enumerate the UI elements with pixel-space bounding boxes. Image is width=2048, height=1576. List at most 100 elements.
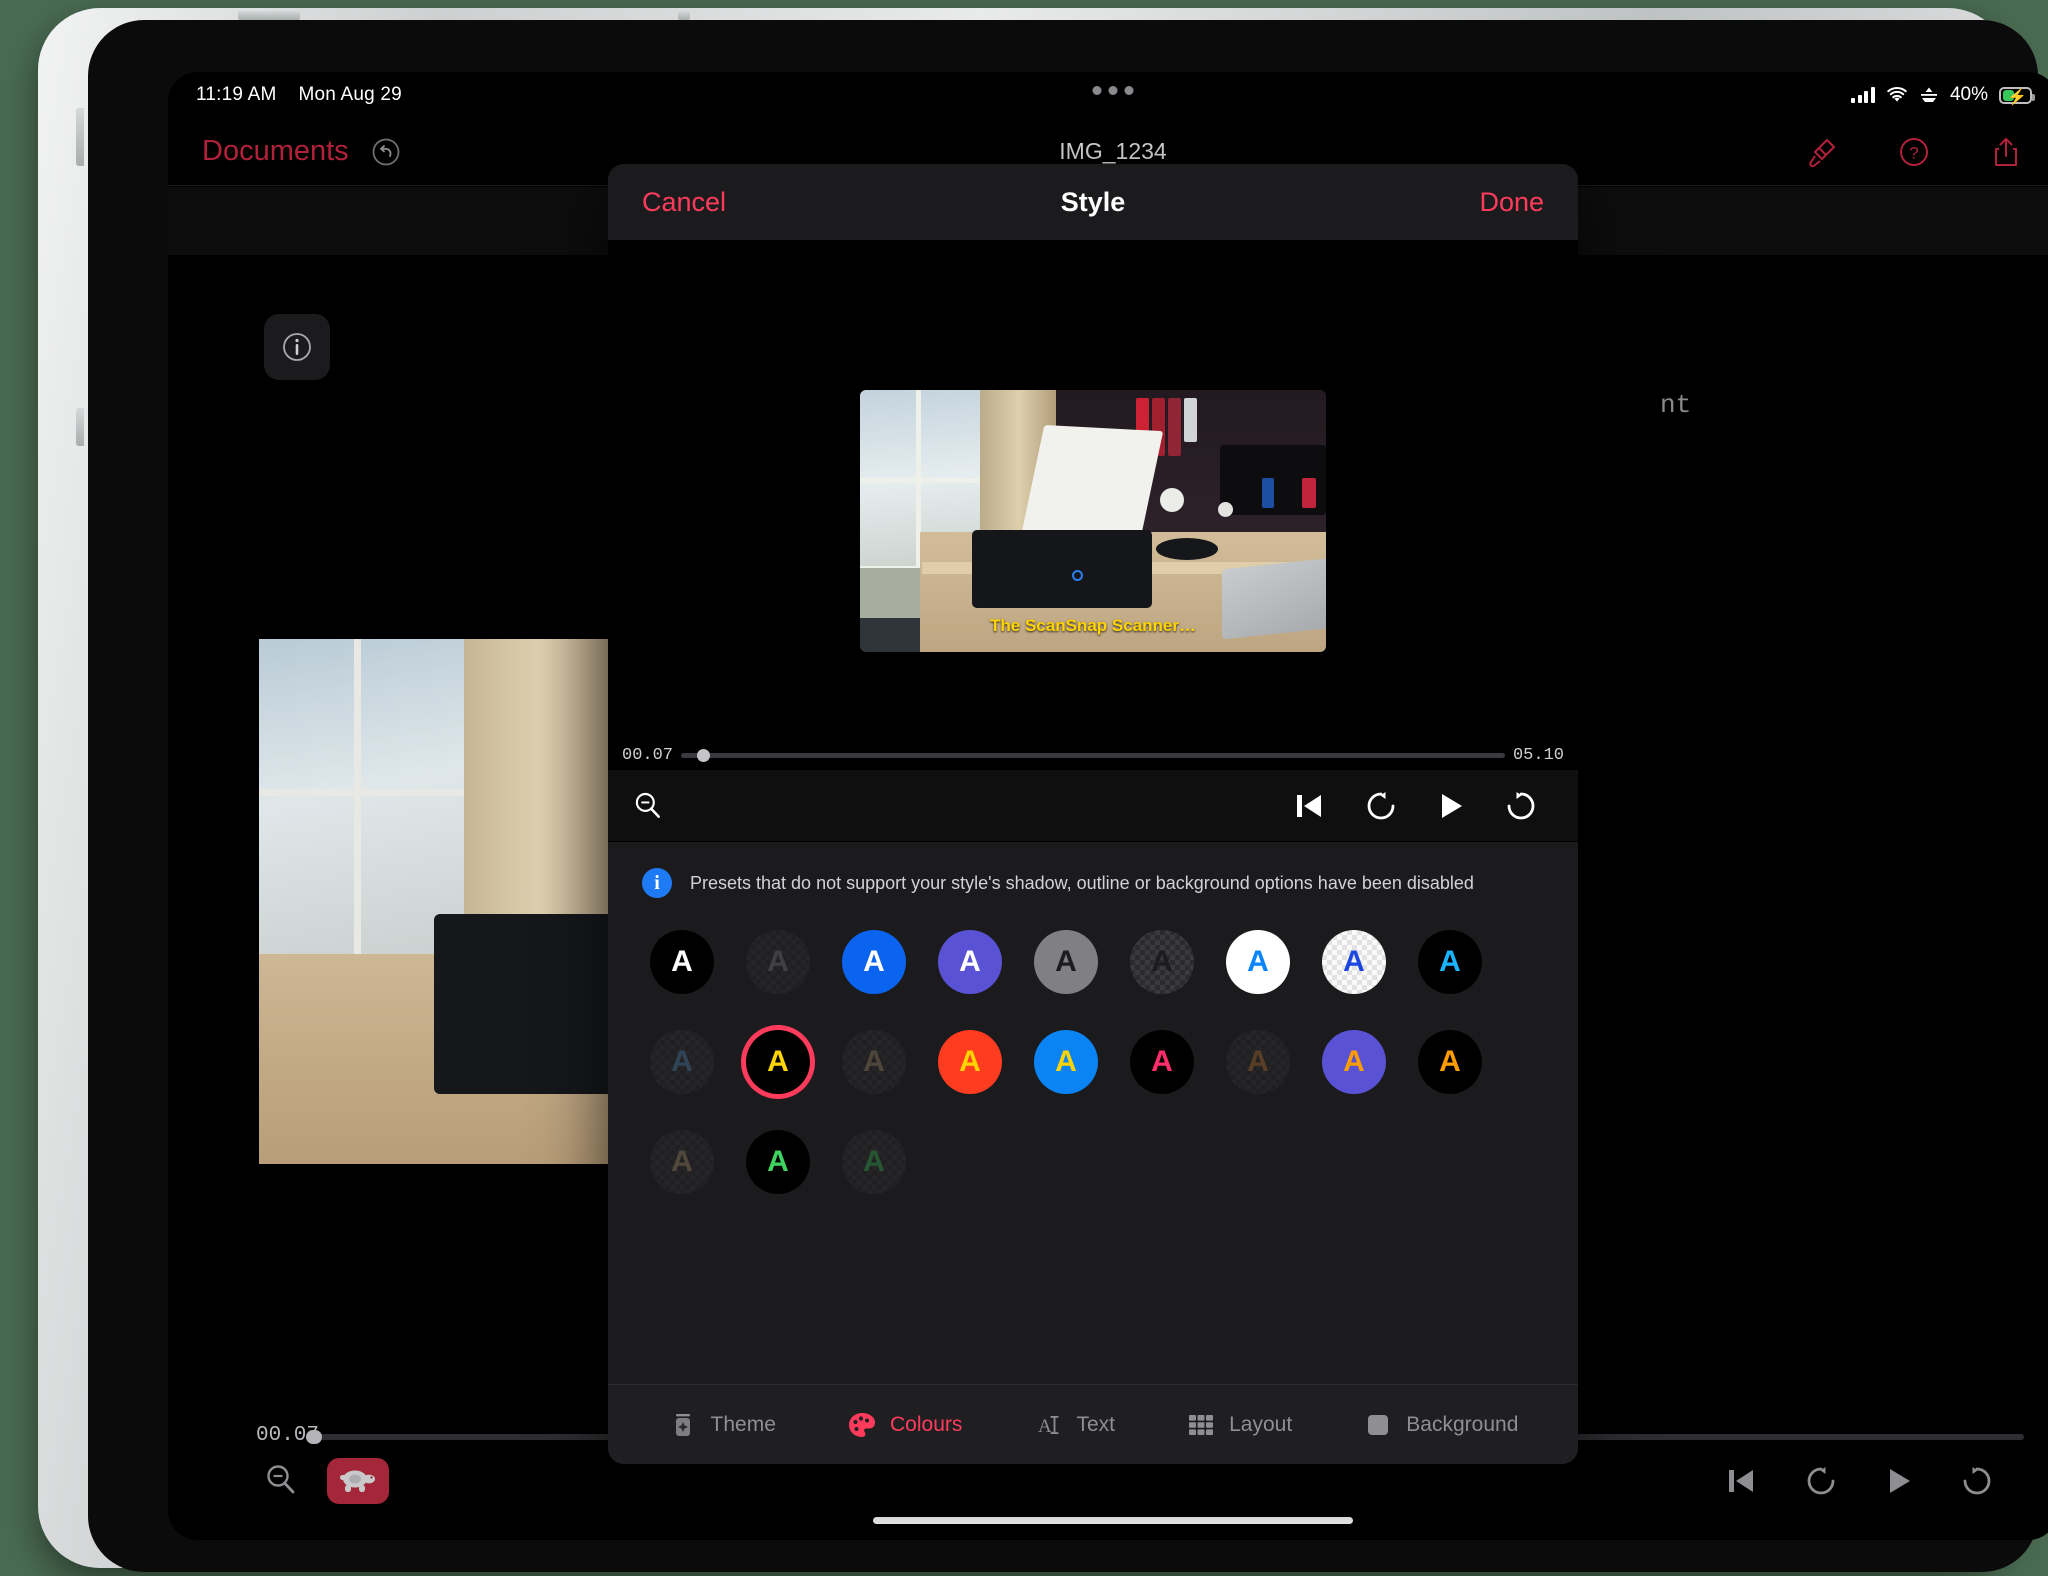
scrubber-row: 00.07 05.10	[608, 740, 1578, 770]
preset-swatch[interactable]: A	[842, 930, 906, 994]
skip-start-icon[interactable]	[1724, 1465, 1758, 1497]
preset-cell: A	[1018, 1030, 1114, 1094]
scrubber-track[interactable]	[681, 748, 1505, 762]
tab-label: Text	[1076, 1412, 1116, 1436]
desk-lamp-disc	[1160, 488, 1184, 512]
preset-swatch[interactable]: A	[1322, 1030, 1386, 1094]
rotate-left-icon[interactable]	[1364, 789, 1398, 823]
preset-swatch[interactable]: A	[1226, 930, 1290, 994]
ipad-bezel: 11:19 AM Mon Aug 29 40% ⚡ Documents IMG_…	[88, 20, 2048, 1572]
preset-swatch[interactable]: A	[1130, 1030, 1194, 1094]
scrubber-total-time: 05.10	[1512, 745, 1564, 765]
play-icon[interactable]	[1884, 1465, 1914, 1497]
preset-swatch-grid: AAAAAAAAAAAAAAAAAAAAA	[608, 904, 1578, 1194]
video-caption: The ScanSnap Scanner…	[990, 616, 1196, 635]
battery-percent-label: 40%	[1949, 84, 1988, 105]
preset-swatch[interactable]: A	[1418, 1030, 1482, 1094]
rotate-right-icon[interactable]	[1504, 789, 1538, 823]
project-title: IMG_1234	[1059, 138, 1167, 164]
screenshot-scene: 11:19 AM Mon Aug 29 40% ⚡ Documents IMG_…	[0, 0, 2048, 1576]
ipad-device-body: 11:19 AM Mon Aug 29 40% ⚡ Documents IMG_…	[38, 8, 2048, 1572]
tab-text[interactable]: A Text	[1034, 1410, 1116, 1440]
preset-swatch[interactable]: A	[650, 930, 714, 994]
battery-icon: ⚡	[1999, 86, 2035, 106]
timeline-playhead[interactable]	[306, 1430, 322, 1444]
undo-icon[interactable]	[371, 137, 401, 167]
slow-motion-button[interactable]	[327, 1458, 389, 1504]
cancel-button[interactable]: Cancel	[642, 187, 726, 218]
console-blue-grip	[1262, 478, 1274, 508]
video-preview-stage: The ScanSnap Scanner…	[608, 240, 1578, 740]
tab-layout[interactable]: Layout	[1186, 1410, 1292, 1440]
multitasking-handle[interactable]	[1092, 86, 1134, 95]
rotate-left-icon[interactable]	[1804, 1464, 1838, 1498]
skip-start-icon[interactable]	[1292, 790, 1326, 822]
zoom-out-icon[interactable]	[632, 790, 664, 822]
style-modal: Cancel Style Done The ScanSnap Scanner… …	[608, 164, 1578, 1464]
preset-cell: A	[730, 1130, 826, 1194]
preset-cell: A	[1402, 1030, 1498, 1094]
tab-theme[interactable]: Theme	[668, 1410, 776, 1440]
help-circle-icon[interactable]: ?	[1898, 136, 1930, 168]
modal-transport-controls	[1292, 789, 1538, 823]
side-button-upper[interactable]	[76, 108, 84, 166]
rotate-right-icon[interactable]	[1960, 1464, 1994, 1498]
preset-swatch[interactable]: A	[938, 930, 1002, 994]
zoom-out-icon[interactable]	[263, 1462, 299, 1498]
wifi-icon	[1887, 86, 1907, 102]
home-indicator[interactable]	[873, 1517, 1353, 1524]
preset-cell: A	[922, 930, 1018, 994]
preset-swatch[interactable]: A	[746, 930, 810, 994]
scrubber-playhead[interactable]	[697, 748, 711, 762]
tab-colours[interactable]: Colours	[847, 1410, 962, 1440]
preset-swatch[interactable]: A	[1034, 1030, 1098, 1094]
preset-swatch[interactable]: A	[650, 1030, 714, 1094]
pencil-magnet-marker	[678, 11, 690, 20]
documents-back-button[interactable]: Documents	[202, 135, 349, 168]
volume-buttons[interactable]	[238, 11, 300, 20]
play-icon[interactable]	[1436, 790, 1466, 822]
preset-swatch[interactable]: A	[1322, 930, 1386, 994]
preset-swatch-selected[interactable]: A	[746, 1030, 810, 1094]
preset-swatch[interactable]: A	[1034, 930, 1098, 994]
preset-swatch[interactable]: A	[746, 1130, 810, 1194]
preset-cell: A	[1306, 930, 1402, 994]
tab-background[interactable]: Background	[1363, 1410, 1518, 1440]
scanned-paper	[1020, 424, 1164, 544]
status-bar-right: 40% ⚡	[1851, 84, 2035, 106]
preset-cell: A	[1114, 1030, 1210, 1094]
status-date: Mon Aug 29	[298, 84, 402, 105]
paintbrush-icon[interactable]	[1806, 136, 1838, 168]
status-bar-left: 11:19 AM Mon Aug 29	[196, 84, 402, 106]
preset-row: AAAAAAAAA	[634, 1030, 1552, 1094]
scanner-device	[972, 530, 1152, 608]
preset-swatch[interactable]: A	[842, 1130, 906, 1194]
side-button-lower[interactable]	[76, 408, 84, 446]
tab-label: Background	[1406, 1412, 1519, 1436]
preset-swatch[interactable]: A	[1418, 930, 1482, 994]
preset-swatch[interactable]: A	[650, 1130, 714, 1194]
preset-cell: A	[730, 1030, 826, 1094]
share-icon[interactable]	[1990, 136, 2022, 168]
info-banner-text: Presets that do not support your style's…	[690, 872, 1474, 893]
preset-cell: A	[1402, 930, 1498, 994]
preset-swatch[interactable]: A	[1226, 1030, 1290, 1094]
preset-swatch[interactable]: A	[1130, 930, 1194, 994]
done-button[interactable]: Done	[1479, 187, 1544, 218]
clip-info-button[interactable]	[264, 314, 330, 380]
window-mullion	[259, 789, 469, 796]
window-mullion	[860, 478, 984, 483]
tab-label: Layout	[1229, 1412, 1293, 1436]
preset-swatch[interactable]: A	[938, 1030, 1002, 1094]
preset-swatch[interactable]: A	[842, 1030, 906, 1094]
book	[1184, 398, 1197, 442]
modal-transport-row	[608, 770, 1578, 842]
clipped-panel-text: nt	[1660, 390, 1692, 420]
video-preview[interactable]: The ScanSnap Scanner…	[860, 390, 1326, 652]
window-mullion	[354, 639, 361, 969]
modal-title: Style	[1060, 186, 1126, 217]
handle-dot	[1108, 86, 1118, 95]
preset-cell: A	[634, 1030, 730, 1094]
text-cursor-icon: A	[1034, 1410, 1064, 1440]
grid-icon	[1186, 1410, 1216, 1440]
